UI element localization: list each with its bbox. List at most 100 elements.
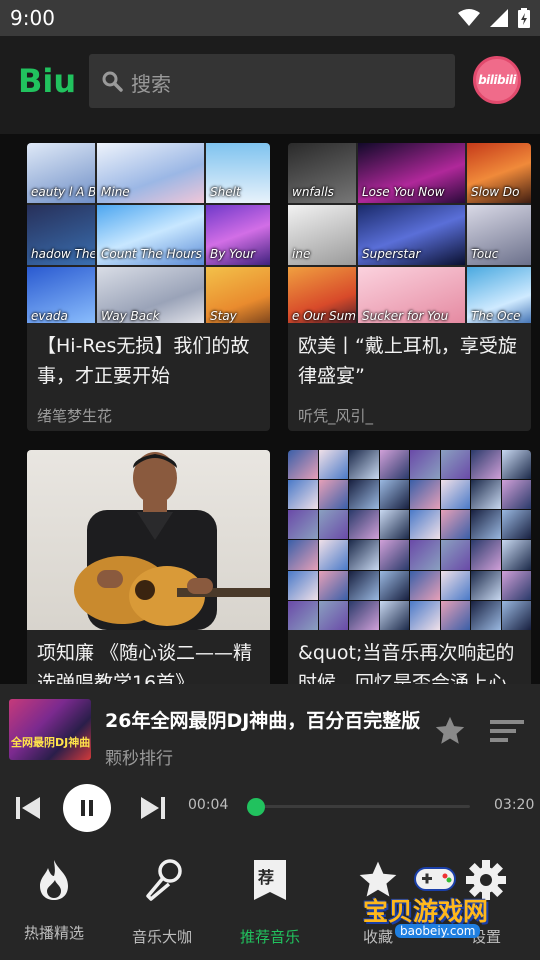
watermark-url: baobeiy.com (395, 924, 481, 938)
cover-tile-text: evada (31, 309, 68, 323)
nav-label: 热播精选 (23, 924, 84, 942)
cover-tile-text: wnfalls (292, 185, 334, 199)
collage-tile (410, 540, 440, 570)
collage-tile (501, 480, 531, 510)
playlist-card[interactable]: wnfalls Lose You Now Slow Do ine Superst… (288, 143, 531, 431)
cover-tile-text: Stay (210, 309, 237, 323)
playlist-grid: eauty l A Beat Mine Shelt hadow The Sun … (0, 134, 540, 684)
bilibili-button[interactable]: bilibili (473, 56, 521, 104)
collage-tile (410, 570, 440, 600)
collage-tile (349, 450, 379, 480)
collage-tile (379, 540, 409, 570)
gamepad-icon (414, 867, 456, 891)
app-header: Biu 搜索 bilibili (0, 36, 540, 134)
collage-tile (349, 600, 379, 630)
nav-label: 推荐音乐 (239, 928, 300, 946)
collage-tile (410, 510, 440, 540)
previous-track-icon[interactable] (14, 794, 42, 822)
progress-thumb[interactable] (247, 798, 266, 816)
collage-tile (471, 570, 501, 600)
collage-tile (471, 540, 501, 570)
cover-tile-text: Touc (471, 247, 499, 261)
wifi-icon (458, 9, 480, 26)
collage-tile (288, 540, 318, 570)
cover-tile-text: Sucker for You (362, 309, 449, 323)
nav-recommend[interactable]: 荐 推荐音乐 (216, 842, 324, 960)
cover-tile-text: Slow Do (471, 185, 520, 199)
playlist-title: 【Hi-Res无损】我们的故事，才正要开始 (37, 335, 250, 387)
pause-icon (81, 800, 93, 816)
player-cover[interactable]: 全网最阴DJ神曲 (9, 699, 91, 760)
collage-tile (440, 510, 470, 540)
progress-slider[interactable] (247, 798, 470, 816)
search-icon (102, 71, 123, 92)
playlist-cover: eauty l A Beat Mine Shelt hadow The Sun … (27, 143, 270, 323)
cover-tile-text: ine (292, 247, 311, 261)
cover-tile-text: Superstar (362, 247, 421, 261)
collage-tile (349, 510, 379, 540)
cover-tile-text: Way Back (101, 309, 160, 323)
collage-tile (349, 570, 379, 600)
player-cover-text: 全网最阴DJ神曲 (11, 736, 91, 749)
playlist-queue-icon[interactable] (490, 718, 524, 744)
status-bar: 9:00 (0, 0, 540, 36)
collage-tile (501, 540, 531, 570)
next-track-icon[interactable] (139, 794, 167, 822)
cover-tile-text: Mine (101, 185, 130, 199)
status-time: 9:00 (10, 6, 55, 30)
cover-tile-text: Lose You Now (362, 185, 445, 199)
collage-tile (349, 540, 379, 570)
recommend-icon: 荐 (246, 856, 294, 904)
favorite-star-icon[interactable] (433, 714, 467, 748)
collage-tile (471, 600, 501, 630)
cover-tile-text: The Oce (471, 309, 521, 323)
mini-player[interactable]: 全网最阴DJ神曲 26年全网最阴DJ神曲，百分百完整版 颗秒排行 00:04 0… (0, 684, 540, 842)
status-icons (458, 8, 530, 28)
battery-icon (518, 8, 530, 28)
collage-tile (379, 450, 409, 480)
collage-tile (440, 600, 470, 630)
search-input[interactable]: 搜索 (89, 54, 455, 108)
collage-tile (440, 540, 470, 570)
cover-tile-text: Shelt (210, 185, 241, 199)
playlist-cover (27, 450, 270, 630)
playlist-title: 项知廉 《随心谈二——精选弹唱教学16首》 (37, 642, 253, 684)
collage-tile (288, 480, 318, 510)
collage-tile (379, 600, 409, 630)
nav-artists[interactable]: 音乐大咖 (108, 842, 216, 960)
collage-tile (288, 570, 318, 600)
bilibili-logo-icon: bilibili (478, 73, 516, 87)
cover-collage (288, 450, 531, 630)
nav-label: 音乐大咖 (131, 928, 192, 946)
player-artist: 颗秒排行 (105, 749, 173, 769)
recommend-badge: 荐 (258, 868, 275, 887)
cover-tile-text: Count The Hours (101, 247, 202, 261)
player-title: 26年全网最阴DJ神曲，百分百完整版 (105, 710, 421, 732)
collage-tile (379, 510, 409, 540)
playlist-card[interactable]: &quot;当音乐再次响起的时候，回忆是否会涌上心头 (288, 450, 531, 684)
collage-tile (410, 450, 440, 480)
collage-tile (288, 510, 318, 540)
collage-tile (440, 450, 470, 480)
watermark-logo: 宝贝游戏网 baobeiy.com (355, 862, 515, 942)
fire-icon (30, 856, 78, 904)
collage-tile (318, 450, 348, 480)
cover-tile-text: e Our Summer (292, 309, 356, 323)
collage-tile (288, 450, 318, 480)
playlist-card[interactable]: eauty l A Beat Mine Shelt hadow The Sun … (27, 143, 270, 431)
collage-tile (440, 570, 470, 600)
nav-hot[interactable]: 热播精选 (0, 842, 108, 960)
app-logo: Biu (18, 62, 77, 100)
playlist-cover: wnfalls Lose You Now Slow Do ine Superst… (288, 143, 531, 323)
watermark-text: 宝贝游戏网 (363, 897, 489, 926)
collage-tile (318, 600, 348, 630)
collage-tile (501, 600, 531, 630)
playlist-title: &quot;当音乐再次响起的时候，回忆是否会涌上心头 (298, 642, 515, 684)
playlist-card[interactable]: 项知廉 《随心谈二——精选弹唱教学16首》 (27, 450, 270, 684)
total-time: 03:20 (494, 797, 535, 813)
pause-button[interactable] (63, 784, 111, 832)
playlist-cover (288, 450, 531, 630)
playlist-title: 欧美丨“戴上耳机，享受旋律盛宴” (298, 335, 517, 387)
collage-tile (501, 510, 531, 540)
collage-tile (318, 540, 348, 570)
